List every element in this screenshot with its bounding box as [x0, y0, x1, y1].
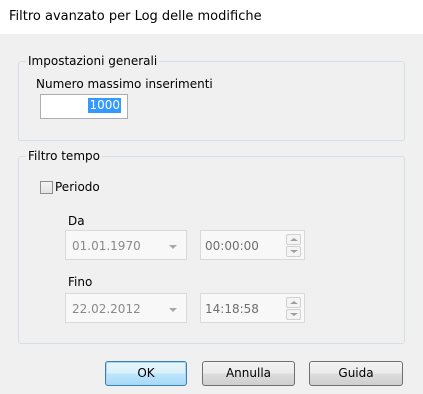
- from-time-up-button[interactable]: [286, 234, 301, 245]
- spin-up-icon: [290, 238, 298, 241]
- from-time-spinner[interactable]: 00:00:00: [200, 230, 305, 260]
- dialog-body: Impostazioni generali Numero massimo ins…: [0, 34, 423, 394]
- from-date-value: 01.01.1970: [72, 239, 141, 253]
- spin-up-icon: [290, 301, 298, 304]
- title-bar[interactable]: Filtro avanzato per Log delle modifiche: [0, 0, 423, 34]
- period-checkbox[interactable]: [40, 181, 53, 194]
- max-entries-value: 1000: [88, 98, 121, 113]
- chevron-down-icon: [169, 245, 177, 249]
- to-time-down-button[interactable]: [286, 309, 301, 320]
- to-time-spinner[interactable]: 14:18:58: [200, 293, 305, 323]
- help-button[interactable]: Guida: [309, 361, 403, 386]
- spin-down-icon: [290, 250, 298, 253]
- from-date-combo[interactable]: 01.01.1970: [65, 230, 187, 260]
- chevron-down-icon: [169, 308, 177, 312]
- general-settings-label: Impostazioni generali: [26, 54, 160, 68]
- ok-button[interactable]: OK: [105, 361, 187, 386]
- spin-down-icon: [290, 313, 298, 316]
- period-label[interactable]: Periodo: [55, 180, 100, 194]
- to-time-value: 14:18:58: [205, 302, 259, 316]
- from-time-value: 00:00:00: [205, 239, 259, 253]
- from-time-down-button[interactable]: [286, 246, 301, 257]
- to-label: Fino: [68, 275, 93, 289]
- cancel-button[interactable]: Annulla: [202, 361, 295, 386]
- to-date-value: 22.02.2012: [72, 302, 141, 316]
- window-title: Filtro avanzato per Log delle modifiche: [9, 9, 262, 24]
- max-entries-input[interactable]: 1000: [40, 94, 128, 119]
- to-date-combo[interactable]: 22.02.2012: [65, 293, 187, 323]
- max-entries-label: Numero massimo inserimenti: [36, 77, 213, 91]
- time-filter-label: Filtro tempo: [26, 149, 102, 163]
- to-time-up-button[interactable]: [286, 297, 301, 308]
- from-label: Da: [68, 214, 85, 228]
